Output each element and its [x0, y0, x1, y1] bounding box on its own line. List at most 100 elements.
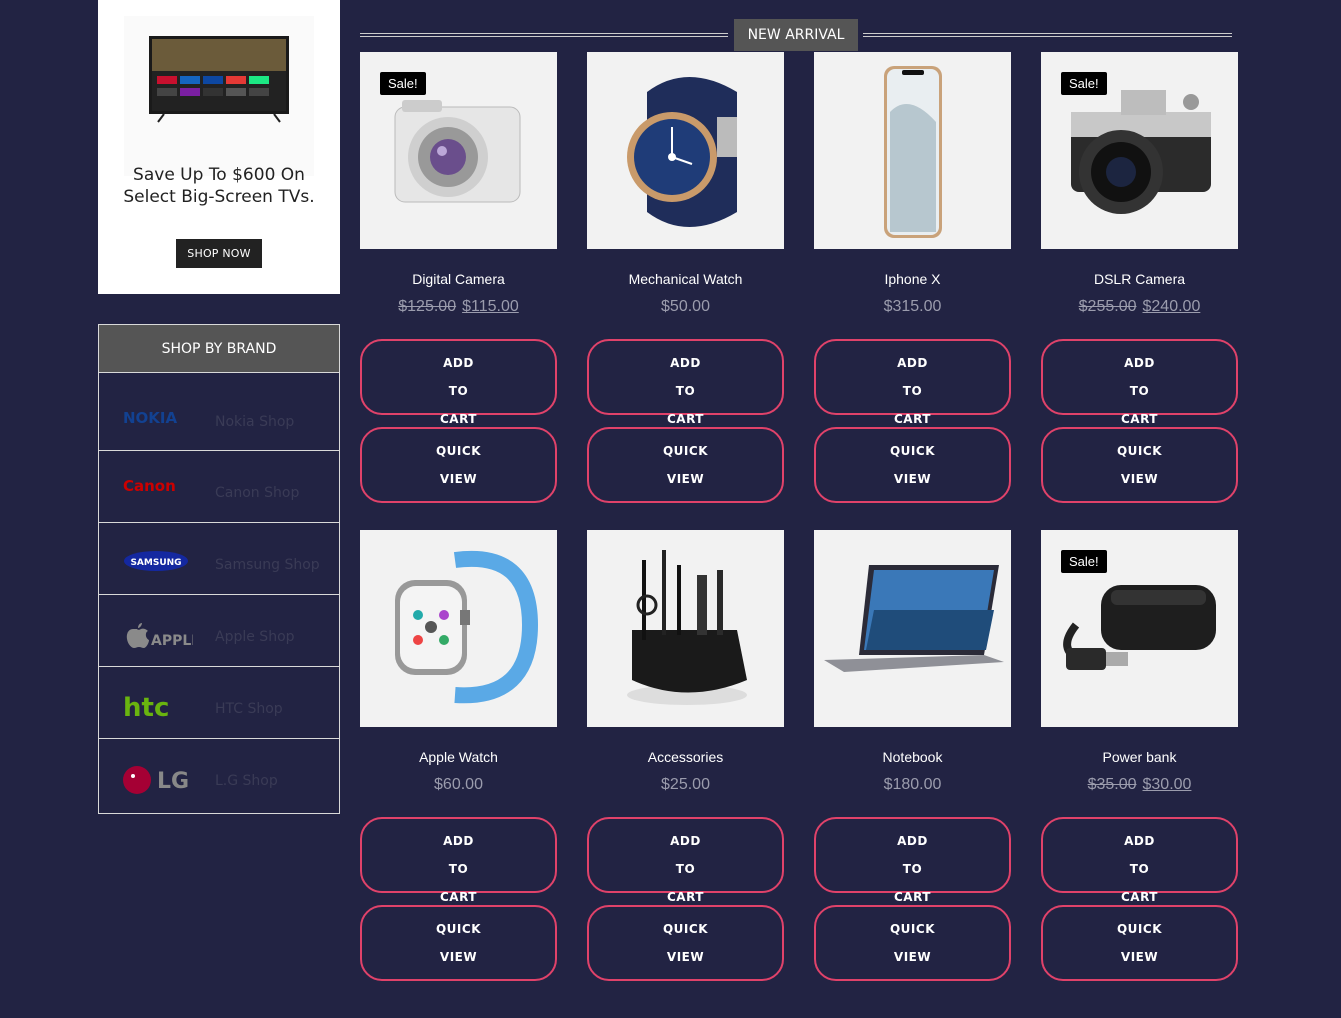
product-card: Sale! DSLR Camera $255.00 $240.00 ADD TO CAR… — [1041, 52, 1238, 503]
sale-price: $240.00 — [1142, 298, 1201, 315]
quick-view-label: QUICK VIEW — [1116, 444, 1162, 486]
product-price: $180.00 — [814, 776, 1011, 796]
promo-text: Save Up To $600 On Select Big-Screen TVs… — [98, 164, 340, 208]
product-name[interactable]: Mechanical Watch — [587, 271, 784, 289]
brand-label: Canon Shop — [215, 485, 300, 501]
promo-line-2: Select Big-Screen TVs. — [123, 187, 315, 207]
product-price: $125.00 $115.00 — [360, 298, 557, 318]
quick-view-label: QUICK VIEW — [662, 922, 708, 964]
product-image[interactable] — [360, 530, 557, 727]
add-to-cart-label: ADD TO CART — [894, 356, 931, 426]
svg-text:SAMSUNG: SAMSUNG — [130, 558, 181, 568]
add-to-cart-button[interactable]: ADD TO CART — [587, 817, 784, 904]
brand-logo: Canon — [123, 477, 176, 495]
shop-by-brand: SHOP BY BRAND NOKIA Nokia Shop Canon Canon … — [98, 324, 340, 814]
brand-logo: LG — [123, 765, 193, 795]
phone-icon — [814, 52, 1011, 249]
brand-label: HTC Shop — [215, 701, 283, 717]
product-name[interactable]: Iphone X — [814, 271, 1011, 289]
quick-view-button[interactable]: QUICK VIEW — [814, 905, 1011, 981]
add-to-cart-label: ADD TO CART — [440, 356, 477, 426]
current-price: $60.00 — [434, 776, 483, 793]
add-to-cart-button[interactable]: ADD TO CART — [587, 339, 784, 426]
product-name[interactable]: Power bank — [1041, 749, 1238, 767]
old-price: $35.00 — [1087, 776, 1137, 793]
brand-item-apple-shop[interactable]: APPLE Apple Shop — [99, 595, 339, 667]
brand-label: L.G Shop — [215, 773, 278, 789]
add-to-cart-button[interactable]: ADD TO CART — [814, 817, 1011, 904]
quick-view-button[interactable]: QUICK VIEW — [360, 905, 557, 981]
brand-item-samsung-shop[interactable]: SAMSUNG Samsung Shop — [99, 523, 339, 595]
quick-view-button[interactable]: QUICK VIEW — [360, 427, 557, 503]
laptop-icon — [814, 530, 1011, 727]
brand-item-canon-shop[interactable]: Canon Canon Shop — [99, 451, 339, 523]
quick-view-button[interactable]: QUICK VIEW — [587, 905, 784, 981]
svg-text:APPLE: APPLE — [151, 633, 193, 649]
watch-icon — [587, 52, 784, 249]
old-price: $255.00 — [1078, 298, 1137, 315]
sale-badge: Sale! — [380, 72, 426, 95]
quick-view-label: QUICK VIEW — [435, 922, 481, 964]
brand-item-nokia-shop[interactable]: NOKIA Nokia Shop — [99, 373, 339, 451]
promo-line-1: Save Up To $600 On — [133, 165, 305, 185]
add-to-cart-button[interactable]: ADD TO CART — [1041, 817, 1238, 904]
sale-price: $30.00 — [1142, 776, 1192, 793]
svg-text:LG: LG — [157, 769, 189, 794]
quick-view-label: QUICK VIEW — [889, 444, 935, 486]
smartwatch-icon — [360, 530, 557, 727]
old-price: $125.00 — [398, 298, 457, 315]
product-name[interactable]: Notebook — [814, 749, 1011, 767]
product-image[interactable]: Sale! — [1041, 530, 1238, 727]
product-price: $315.00 — [814, 298, 1011, 318]
section-title: NEW ARRIVAL — [734, 19, 858, 51]
product-image[interactable]: Sale! — [360, 52, 557, 249]
divider-right — [863, 33, 1232, 37]
brand-logo: NOKIA — [123, 409, 178, 427]
add-to-cart-button[interactable]: ADD TO CART — [814, 339, 1011, 426]
product-name[interactable]: Accessories — [587, 749, 784, 767]
product-card: Iphone X $315.00 ADD TO CART QUICK VIEW — [814, 52, 1011, 503]
add-to-cart-label: ADD TO CART — [440, 834, 477, 904]
sale-badge: Sale! — [1061, 72, 1107, 95]
add-to-cart-label: ADD TO CART — [1121, 834, 1158, 904]
add-to-cart-button[interactable]: ADD TO CART — [1041, 339, 1238, 426]
product-image[interactable] — [587, 530, 784, 727]
quick-view-button[interactable]: QUICK VIEW — [587, 427, 784, 503]
quick-view-label: QUICK VIEW — [889, 922, 935, 964]
brand-label: Samsung Shop — [215, 557, 320, 573]
divider-left — [360, 33, 728, 37]
promo-banner[interactable]: Save Up To $600 On Select Big-Screen TVs… — [98, 0, 340, 294]
desk-organizer-icon — [587, 530, 784, 727]
quick-view-label: QUICK VIEW — [435, 444, 481, 486]
product-name[interactable]: DSLR Camera — [1041, 271, 1238, 289]
sale-badge: Sale! — [1061, 550, 1107, 573]
add-to-cart-button[interactable]: ADD TO CART — [360, 339, 557, 426]
current-price: $50.00 — [661, 298, 710, 315]
product-name[interactable]: Digital Camera — [360, 271, 557, 289]
product-card: Sale! Digital Camera $125.00 $115.00 ADD TO … — [360, 52, 557, 503]
add-to-cart-button[interactable]: ADD TO CART — [360, 817, 557, 904]
add-to-cart-label: ADD TO CART — [894, 834, 931, 904]
brand-label: Apple Shop — [215, 629, 295, 645]
add-to-cart-label: ADD TO CART — [667, 356, 704, 426]
add-to-cart-label: ADD TO CART — [1121, 356, 1158, 426]
brand-logo: APPLE — [123, 621, 201, 651]
quick-view-button[interactable]: QUICK VIEW — [814, 427, 1011, 503]
brand-label: Nokia Shop — [215, 414, 295, 430]
product-price: $35.00 $30.00 — [1041, 776, 1238, 796]
product-price: $60.00 — [360, 776, 557, 796]
product-image[interactable] — [814, 52, 1011, 249]
product-name[interactable]: Apple Watch — [360, 749, 557, 767]
current-price: $25.00 — [661, 776, 710, 793]
add-to-cart-label: ADD TO CART — [667, 834, 704, 904]
product-price: $25.00 — [587, 776, 784, 796]
quick-view-button[interactable]: QUICK VIEW — [1041, 905, 1238, 981]
brand-heading: SHOP BY BRAND — [99, 325, 339, 373]
product-image[interactable] — [814, 530, 1011, 727]
brand-item-l-g-shop[interactable]: LG L.G Shop — [99, 739, 339, 811]
shop-now-button[interactable]: SHOP NOW — [176, 239, 262, 268]
brand-item-htc-shop[interactable]: htc HTC Shop — [99, 667, 339, 739]
quick-view-button[interactable]: QUICK VIEW — [1041, 427, 1238, 503]
product-image[interactable]: Sale! — [1041, 52, 1238, 249]
product-image[interactable] — [587, 52, 784, 249]
